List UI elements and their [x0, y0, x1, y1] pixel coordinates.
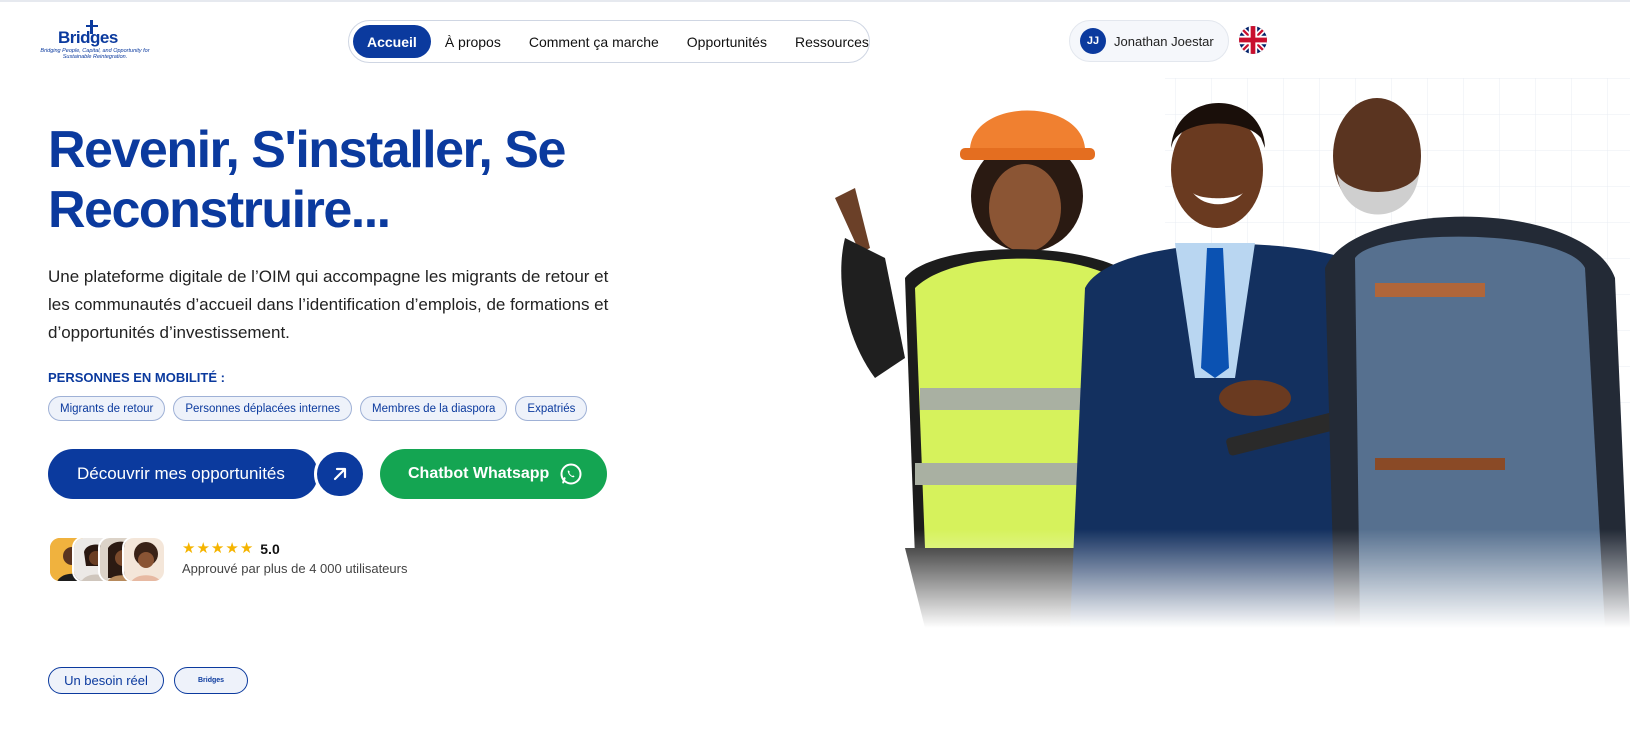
logo-tagline: Bridging People, Capital, and Opportunit…	[40, 48, 150, 60]
hero-people-image	[815, 78, 1630, 629]
tag-personnes-deplacees[interactable]: Personnes déplacées internes	[173, 396, 353, 421]
bridges-mini-logo-pill[interactable]: Bridges	[174, 667, 248, 694]
bridges-logo[interactable]: Bridges Bridging People, Capital, and Op…	[34, 18, 154, 66]
rating-stars: ★ ★ ★ ★ ★ 5.0	[182, 540, 280, 558]
star-icon: ★	[225, 540, 239, 557]
star-icon: ★	[182, 540, 196, 557]
logo-mark-cross	[86, 25, 98, 27]
logo-wordmark: Bridges	[58, 28, 118, 47]
nav-item-comment-ca-marche[interactable]: Comment ça marche	[515, 25, 673, 58]
discover-opportunities-label[interactable]: Découvrir mes opportunités	[48, 449, 318, 499]
user-name: Jonathan Joestar	[1114, 33, 1214, 49]
mini-logo-wordmark: Bridges	[197, 677, 225, 684]
nav-item-ressources[interactable]: Ressources	[781, 25, 883, 58]
discover-opportunities-button[interactable]: Découvrir mes opportunités	[48, 449, 366, 499]
tag-expatries[interactable]: Expatriés	[515, 396, 588, 421]
tag-diaspora[interactable]: Membres de la diaspora	[360, 396, 508, 421]
hero-description: Une plateforme digitale de l’OIM qui acc…	[48, 267, 609, 342]
uk-flag-icon[interactable]	[1239, 26, 1267, 54]
nav-item-accueil[interactable]: Accueil	[353, 25, 431, 58]
top-border	[0, 0, 1630, 2]
star-icon: ★	[210, 540, 225, 557]
rating-caption: Approuvé par plus de 4 000 utilisateurs	[182, 561, 408, 576]
nav-item-a-propos[interactable]: À propos	[431, 25, 515, 58]
user-menu[interactable]: JJ Jonathan Joestar	[1069, 20, 1229, 62]
mobility-label: PERSONNES EN MOBILITÉ :	[48, 370, 225, 385]
nav-item-opportunites[interactable]: Opportunités	[673, 25, 781, 58]
need-pill[interactable]: Un besoin réel	[48, 667, 164, 694]
tag-migrants-de-retour[interactable]: Migrants de retour	[48, 396, 166, 421]
star-icon: ★	[196, 540, 210, 557]
whatsapp-chatbot-label: Chatbot Whatsapp	[408, 465, 550, 482]
hero-title: Revenir, S'installer, Se Reconstruire...	[48, 121, 566, 239]
main-nav: Accueil À propos Comment ça marche Oppor…	[348, 20, 870, 63]
star-icon: ★	[239, 540, 254, 557]
user-face-4	[122, 536, 166, 583]
user-avatars	[48, 536, 166, 583]
mobility-tags: Migrants de retour Personnes déplacées i…	[48, 396, 588, 421]
rating-score: 5.0	[260, 541, 280, 557]
user-avatar: JJ	[1080, 28, 1106, 54]
arrow-up-right-icon[interactable]	[314, 449, 366, 499]
whatsapp-chatbot-button[interactable]: Chatbot Whatsapp	[380, 449, 607, 499]
whatsapp-icon	[560, 463, 582, 485]
